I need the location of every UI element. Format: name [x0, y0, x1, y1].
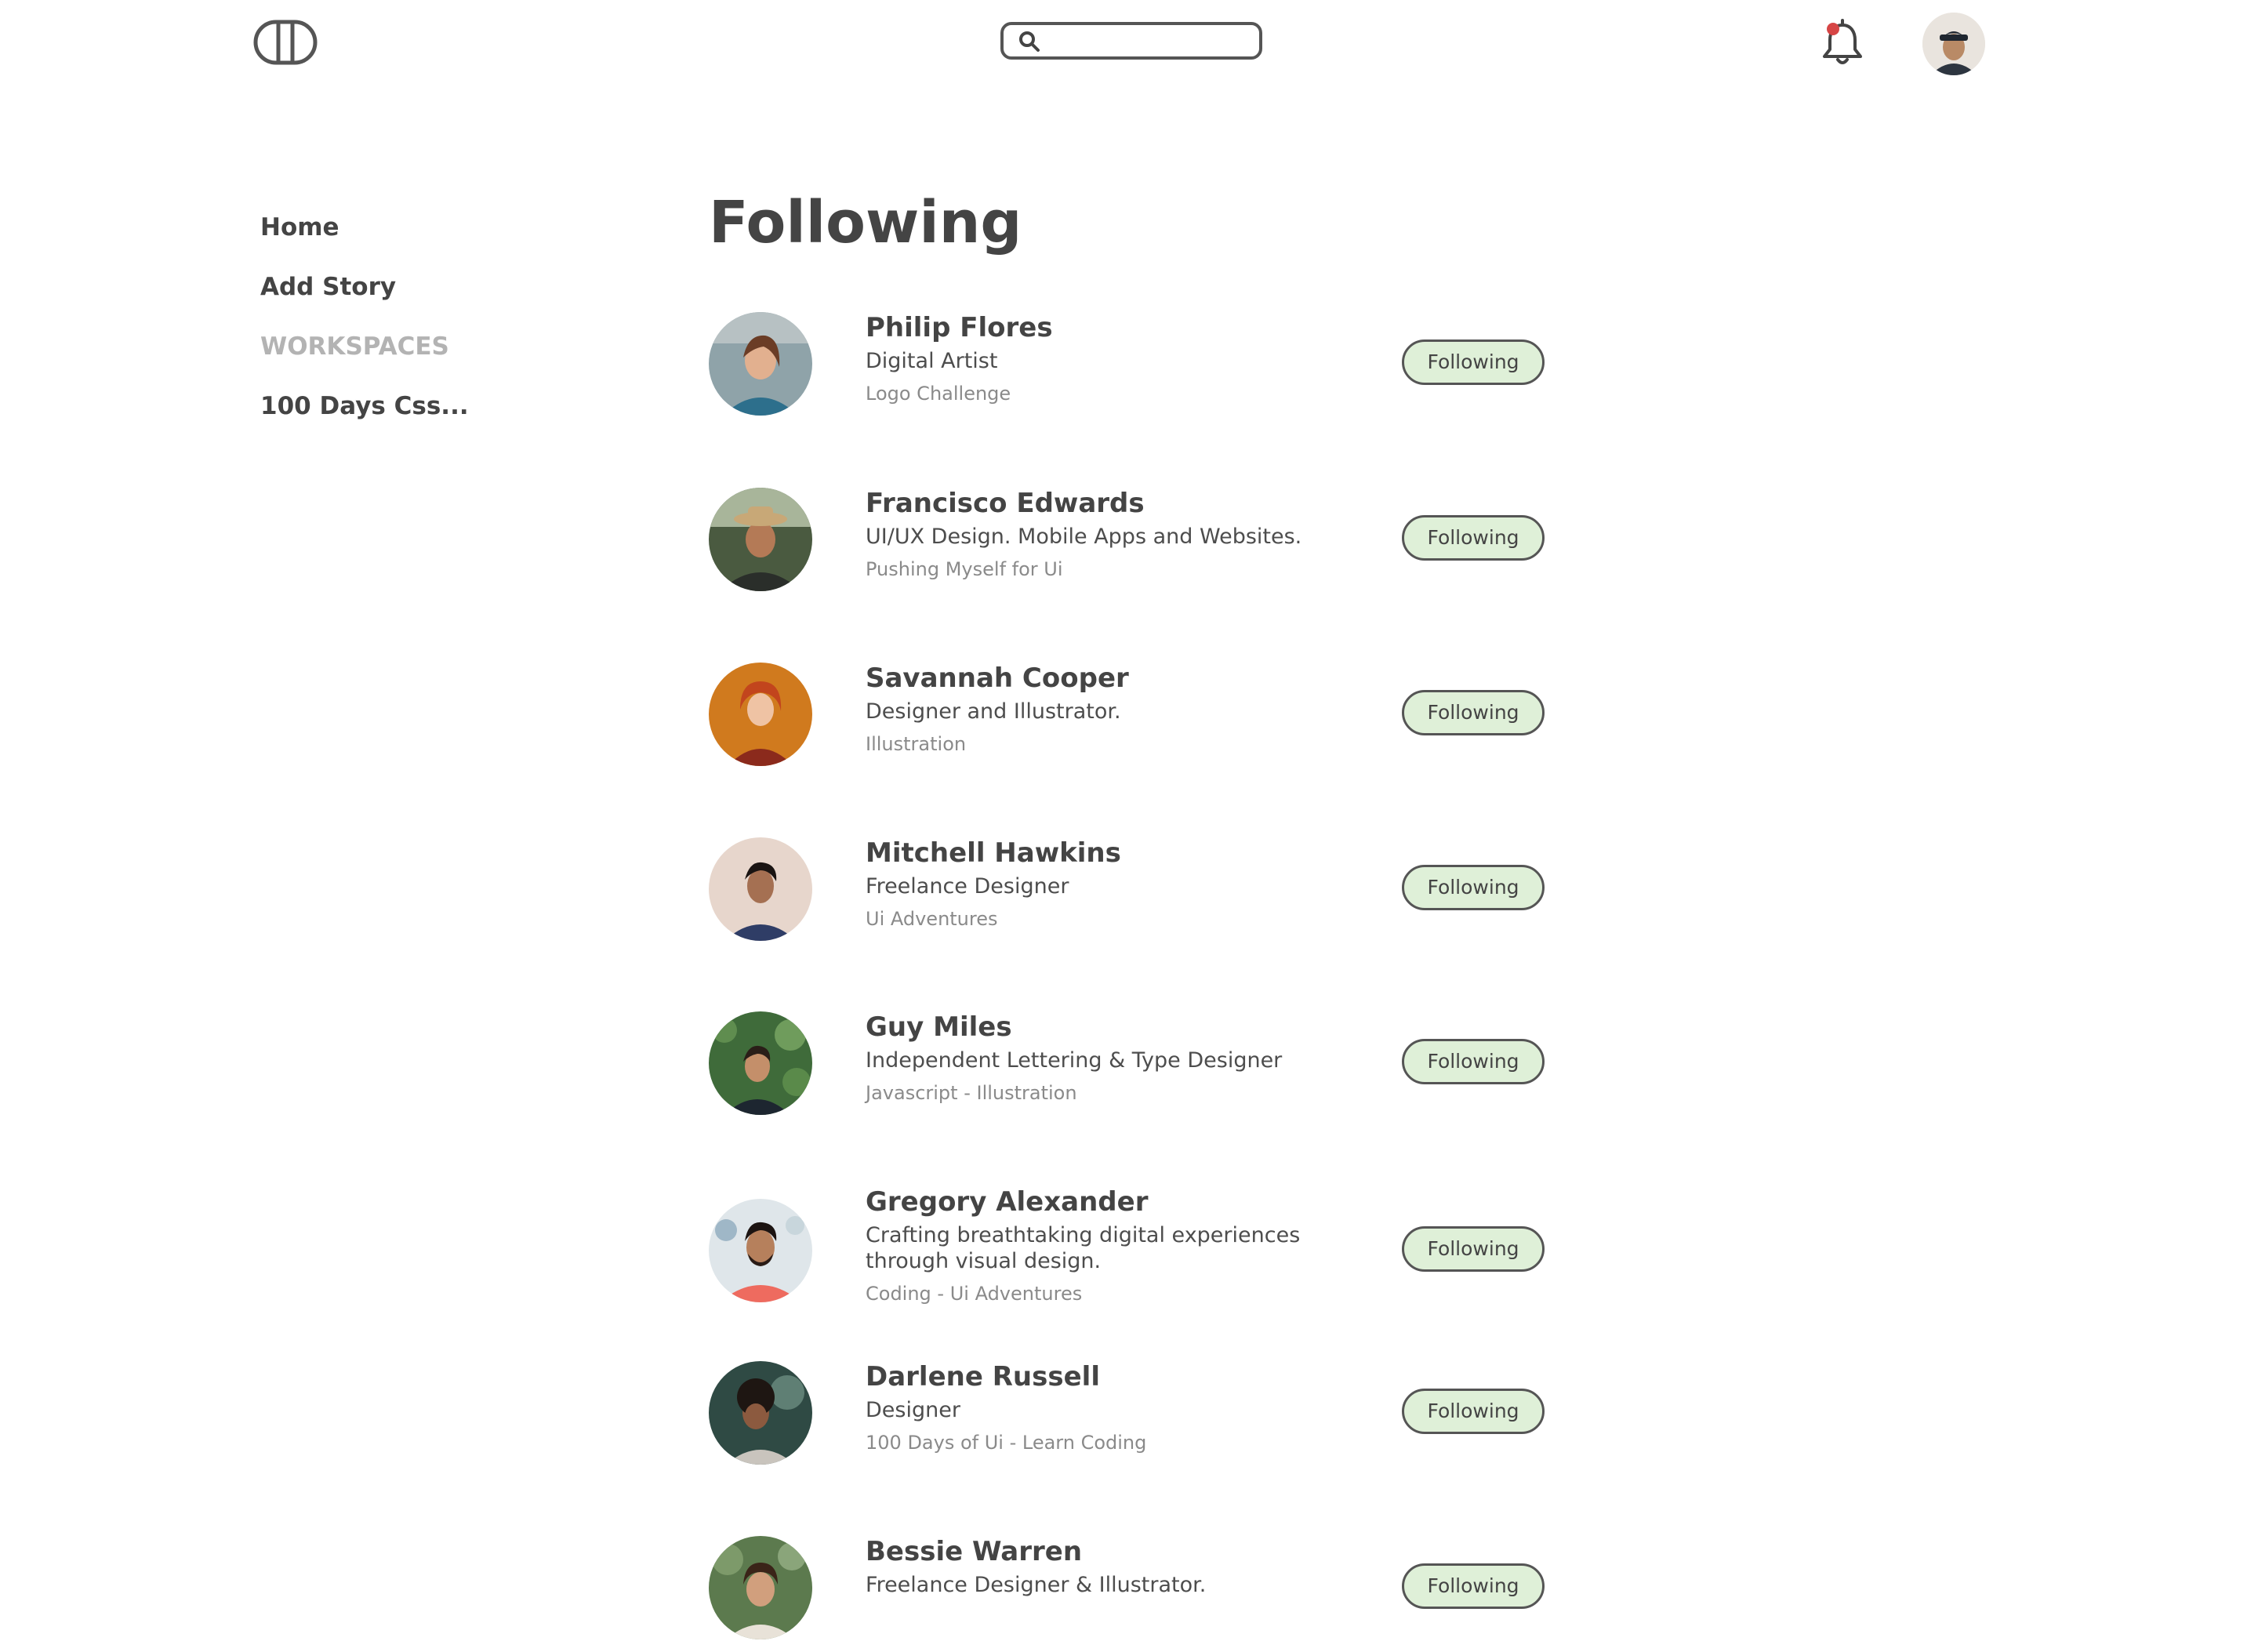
user-avatar[interactable] [709, 488, 812, 591]
user-name[interactable]: Philip Flores [866, 310, 1305, 345]
user-info: Mitchell Hawkins Freelance Designer Ui A… [866, 836, 1305, 931]
user-name[interactable]: Guy Miles [866, 1010, 1305, 1044]
user-tags: Coding - Ui Adventures [866, 1283, 1083, 1305]
following-button[interactable]: Following [1402, 1389, 1545, 1434]
user-row: Francisco Edwards UI/UX Design. Mobile A… [709, 486, 1548, 604]
following-button[interactable]: Following [1402, 339, 1545, 385]
sidebar-item-add-story[interactable]: Add Story [260, 271, 574, 303]
user-info: Gregory Alexander Crafting breathtaking … [866, 1185, 1305, 1305]
user-avatar[interactable] [709, 312, 812, 416]
user-row: Darlene Russell Designer 100 Days of Ui … [709, 1360, 1548, 1477]
user-avatar[interactable] [709, 1199, 812, 1302]
user-info: Philip Flores Digital Artist Logo Challe… [866, 310, 1305, 405]
search-bar[interactable] [1000, 22, 1262, 60]
sidebar-item-100-days-css[interactable]: 100 Days Css... [260, 390, 574, 422]
user-name[interactable]: Gregory Alexander [866, 1185, 1305, 1219]
user-row: Gregory Alexander Crafting breathtaking … [709, 1185, 1548, 1326]
user-avatar[interactable] [709, 663, 812, 766]
following-button[interactable]: Following [1402, 1226, 1545, 1272]
user-tags: Pushing Myself for Ui [866, 558, 1063, 580]
page-title: Following [709, 189, 1022, 256]
following-button[interactable]: Following [1402, 690, 1545, 735]
user-row: Savannah Cooper Designer and Illustrator… [709, 661, 1548, 779]
user-bio: Freelance Designer & Illustrator. [866, 1573, 1207, 1597]
search-input[interactable] [1051, 28, 1250, 55]
user-info: Francisco Edwards UI/UX Design. Mobile A… [866, 486, 1305, 581]
user-tags: Ui Adventures [866, 908, 998, 930]
user-bio: Designer and Illustrator. [866, 699, 1121, 724]
user-name[interactable]: Bessie Warren [866, 1534, 1305, 1569]
user-bio: Independent Lettering & Type Designer [866, 1048, 1283, 1073]
user-tags: Logo Challenge [866, 383, 1011, 405]
user-tags: Javascript - Illustration [866, 1082, 1077, 1104]
user-avatar[interactable] [709, 1536, 812, 1639]
user-bio: Designer [866, 1398, 960, 1422]
user-bio: Freelance Designer [866, 874, 1069, 899]
user-name[interactable]: Francisco Edwards [866, 486, 1305, 521]
user-info: Darlene Russell Designer 100 Days of Ui … [866, 1360, 1305, 1454]
user-info: Savannah Cooper Designer and Illustrator… [866, 661, 1305, 756]
main-content: Following [709, 179, 1571, 267]
current-user-avatar[interactable] [1922, 13, 1985, 75]
user-bio: Crafting breathtaking digital experience… [866, 1223, 1301, 1273]
user-bio: UI/UX Design. Mobile Apps and Websites. [866, 525, 1302, 549]
search-icon [1018, 30, 1041, 53]
user-bio: Digital Artist [866, 349, 998, 373]
user-name[interactable]: Mitchell Hawkins [866, 836, 1305, 870]
user-name[interactable]: Savannah Cooper [866, 661, 1305, 695]
following-button[interactable]: Following [1402, 1563, 1545, 1609]
following-button[interactable]: Following [1402, 865, 1545, 910]
notification-dot [1827, 23, 1839, 35]
user-row: Mitchell Hawkins Freelance Designer Ui A… [709, 836, 1548, 953]
user-tags: 100 Days of Ui - Learn Coding [866, 1432, 1147, 1454]
following-button[interactable]: Following [1402, 515, 1545, 561]
top-header [0, 0, 2258, 86]
user-tags: Illustration [866, 733, 967, 755]
app-logo-icon[interactable] [252, 19, 318, 66]
user-avatar[interactable] [709, 1361, 812, 1465]
user-info: Guy Miles Independent Lettering & Type D… [866, 1010, 1305, 1105]
following-button[interactable]: Following [1402, 1039, 1545, 1084]
user-info: Bessie Warren Freelance Designer & Illus… [866, 1534, 1305, 1606]
user-row: Philip Flores Digital Artist Logo Challe… [709, 310, 1548, 428]
sidebar-item-home[interactable]: Home [260, 212, 574, 243]
user-row: Bessie Warren Freelance Designer & Illus… [709, 1534, 1548, 1652]
user-row: Guy Miles Independent Lettering & Type D… [709, 1010, 1548, 1127]
user-name[interactable]: Darlene Russell [866, 1360, 1305, 1394]
sidebar-section-workspaces: WORKSPACES [260, 332, 449, 361]
user-avatar[interactable] [709, 837, 812, 941]
sidebar-nav: Home Add Story WORKSPACES 100 Days Css..… [260, 212, 574, 450]
user-avatar[interactable] [709, 1011, 812, 1115]
bell-icon[interactable] [1819, 17, 1866, 67]
